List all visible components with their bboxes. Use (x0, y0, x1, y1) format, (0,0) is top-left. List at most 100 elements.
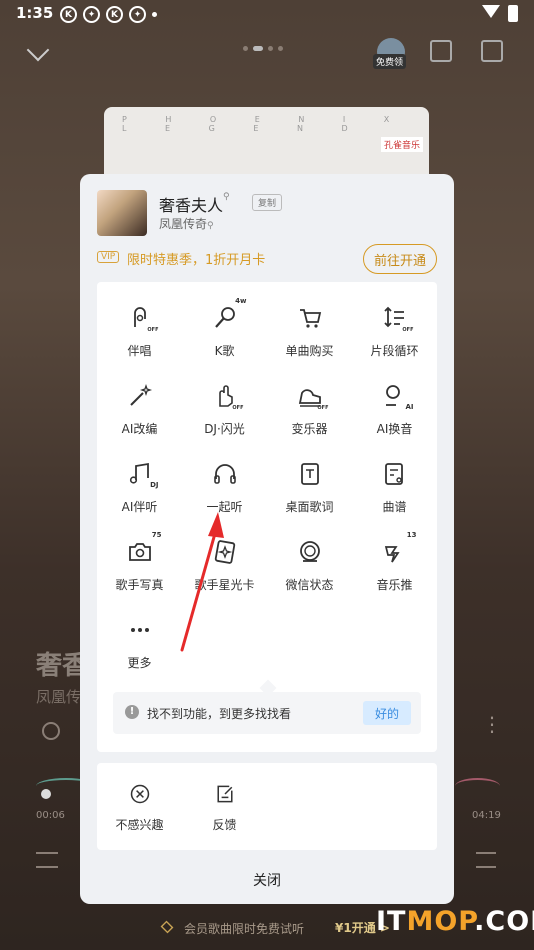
tip-bar: ! 找不到功能，到更多找找看 好的 (113, 692, 421, 734)
feature-label: 片段循环 (370, 344, 419, 358)
feature-label: 变乐器 (291, 422, 328, 436)
shuffle-icon[interactable] (36, 852, 58, 868)
feature-item[interactable]: 曲谱 (352, 453, 437, 514)
feature-item[interactable]: OFF 变乐器 (267, 375, 352, 436)
feature-label: 单曲购买 (285, 344, 334, 358)
feature-label: 歌手写真 (115, 578, 164, 592)
battery-icon (508, 5, 518, 22)
share-icon[interactable] (481, 40, 503, 62)
feature-label: K歌 (214, 344, 235, 358)
feature-item[interactable]: OFF DJ·闪光 (182, 375, 267, 436)
count-badge: 13 (406, 531, 417, 539)
search-icon[interactable] (42, 722, 60, 740)
secondary-item[interactable]: 反馈 (182, 775, 267, 833)
dj-mark: DJ (150, 481, 159, 489)
feature-item[interactable]: OFF 伴唱 (97, 297, 182, 358)
dialog-song-title[interactable]: 奢香夫人⚲ (159, 192, 230, 216)
secondary-label: 反馈 (212, 818, 237, 832)
feature-item[interactable]: 75 歌手写真 (97, 531, 182, 592)
magic-wand-icon (127, 383, 153, 409)
feature-label: 伴唱 (127, 344, 152, 358)
feature-item[interactable]: 微信状态 (267, 531, 352, 592)
feature-label: 微信状态 (285, 578, 334, 592)
vip-badge: VIP (97, 251, 120, 263)
count-badge: 75 (151, 531, 162, 539)
feature-item[interactable]: 桌面歌词 (267, 453, 352, 514)
score-icon (382, 461, 408, 487)
split-view-icon[interactable] (430, 40, 452, 62)
secondary-item[interactable]: 不感兴趣 (97, 775, 182, 833)
free-label: 免费领 (373, 54, 407, 69)
pinwheel-icon: ✦ (83, 6, 100, 23)
brand-logo: 孔雀音乐 (380, 137, 423, 152)
progress-handle[interactable] (41, 789, 51, 799)
more-vertical-icon[interactable]: ⋮ (482, 714, 502, 734)
diamond-icon (160, 920, 174, 934)
feature-item[interactable]: 更多 (97, 609, 182, 670)
close-button[interactable]: 关闭 (80, 860, 454, 900)
feature-item[interactable]: 4w K歌 (182, 297, 267, 358)
pinwheel-icon: ✦ (129, 6, 146, 23)
banner-text: 会员歌曲限时免费试听 (184, 922, 305, 936)
artist-bg: 凤凰传 (36, 688, 82, 706)
collapse-chevron-icon[interactable] (26, 38, 50, 62)
watermark-it: IT (376, 906, 407, 937)
feature-label: DJ·闪光 (204, 422, 245, 436)
page-indicator (243, 46, 283, 51)
feature-label: AI换音 (376, 422, 413, 436)
playlist-icon[interactable] (476, 852, 496, 868)
hand-flash-icon: OFF (212, 383, 244, 411)
tip-ok-button[interactable]: 好的 (363, 701, 411, 725)
feature-label: 更多 (127, 656, 152, 670)
feature-item[interactable]: AI改编 (97, 375, 182, 436)
vip-text: 限时特惠季，1折开月卡 (127, 253, 266, 268)
features-panel: OFF 伴唱 4w K歌 单曲购买 OFF 片段循环 AI改编 OFF DJ·闪光 OFF 变乐器 AI… (97, 282, 437, 752)
feature-item[interactable]: 13 音乐推 (352, 531, 437, 592)
off-mark: OFF (232, 405, 244, 411)
secondary-panel: 不感兴趣 反馈 (97, 763, 437, 850)
feature-label: 一起听 (206, 500, 243, 514)
album-text: P H O E N I X L E G E N D (122, 115, 408, 133)
wifi-icon (482, 5, 500, 18)
segment-loop-icon: OFF (382, 305, 414, 333)
clock: 1:35 (16, 4, 54, 22)
time-total: 04:19 (472, 810, 501, 821)
feature-label: 桌面歌词 (285, 500, 334, 514)
not-interested-icon (130, 784, 149, 804)
k-circle-icon: K (106, 6, 123, 23)
piano-icon: OFF (297, 383, 329, 411)
time-elapsed: 00:06 (36, 810, 65, 821)
mic-off-icon: OFF (127, 305, 159, 333)
dialog-artist[interactable]: 凤凰传奇⚲ (159, 215, 214, 232)
star-card-icon (212, 539, 238, 565)
feature-item[interactable]: OFF 片段循环 (352, 297, 437, 358)
vip-open-button[interactable]: 前往开通 (363, 244, 437, 274)
off-mark: OFF (402, 327, 414, 333)
watermark: ITMOP.COM (376, 906, 534, 937)
more-dots-icon (127, 617, 153, 643)
music-push-icon: 13 (382, 531, 417, 565)
ai-voice-icon: AI (382, 383, 414, 411)
song-header: 奢香夫人⚲ 复制 凤凰传奇⚲ (97, 190, 437, 240)
karaoke-mic-icon: 4w (212, 297, 247, 331)
feature-item[interactable]: 歌手星光卡 (182, 531, 267, 592)
features-grid: OFF 伴唱 4w K歌 单曲购买 OFF 片段循环 AI改编 OFF DJ·闪光 OFF 变乐器 AI… (97, 297, 437, 670)
wechat-status-icon (297, 539, 323, 565)
feature-item[interactable]: 一起听 (182, 453, 267, 514)
off-mark: OFF (317, 405, 329, 411)
feature-item[interactable]: 单曲购买 (267, 297, 352, 358)
photo-search-icon: 75 (127, 531, 162, 565)
k-circle-icon: K (60, 6, 77, 23)
notification-dot-icon (152, 12, 157, 17)
copy-button[interactable]: 复制 (252, 194, 283, 211)
tip-text: 找不到功能，到更多找找看 (147, 707, 292, 721)
feature-label: 曲谱 (382, 500, 407, 514)
feature-label: AI伴听 (121, 500, 158, 514)
ai-mark: AI (405, 403, 414, 411)
desktop-lyrics-icon (297, 461, 323, 487)
feature-label: 歌手星光卡 (194, 578, 255, 592)
feature-item[interactable]: AI AI换音 (352, 375, 437, 436)
feature-item[interactable]: DJ AI伴听 (97, 453, 182, 514)
song-thumbnail (97, 190, 147, 236)
free-gift-button[interactable]: 免费领 (373, 38, 409, 69)
